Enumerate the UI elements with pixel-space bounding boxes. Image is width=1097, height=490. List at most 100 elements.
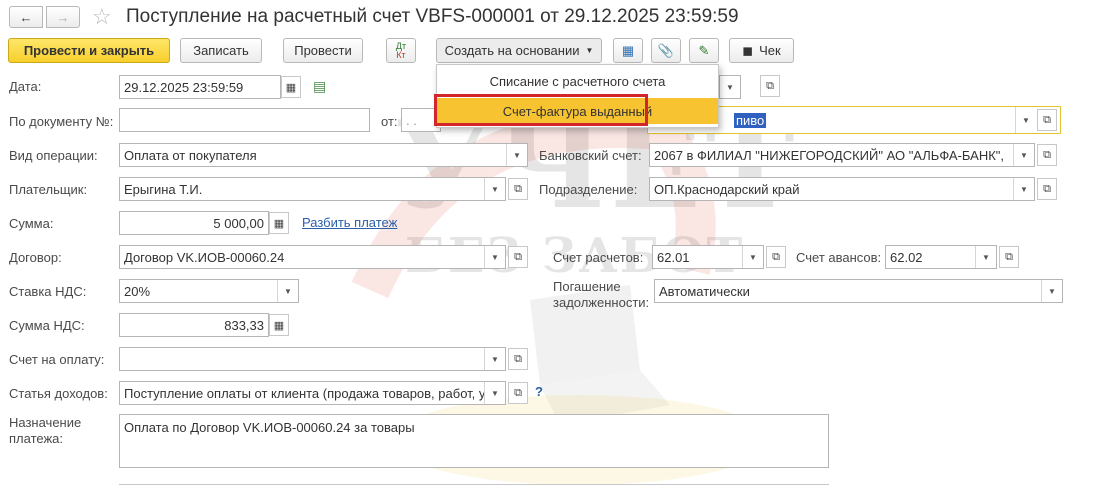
vat-sum-label: Сумма НДС: bbox=[9, 318, 85, 333]
page-title: Поступление на расчетный счет VBFS-00000… bbox=[126, 6, 739, 27]
forward-button[interactable]: → bbox=[46, 6, 80, 28]
highlight-outline bbox=[434, 94, 648, 126]
vat-sum-value: 833,33 bbox=[224, 317, 264, 333]
invoice-field[interactable]: ▼ bbox=[119, 347, 506, 371]
arrow-left-icon: ← bbox=[19, 9, 33, 25]
settlement-account-dropdown[interactable]: ▼ bbox=[742, 246, 763, 268]
payer-dropdown[interactable]: ▼ bbox=[484, 178, 505, 200]
help-icon[interactable]: ? bbox=[535, 384, 543, 399]
advance-account-label: Счет авансов: bbox=[796, 250, 882, 265]
division-value: ОП.Краснодарский край bbox=[654, 181, 800, 197]
contract-field[interactable]: Договор VK.ИОВ-00060.24 ▼ bbox=[119, 245, 506, 269]
payer-value: Ерыгина Т.И. bbox=[124, 181, 203, 197]
date-value: 29.12.2025 23:59:59 bbox=[124, 79, 244, 95]
income-item-value: Поступление оплаты от клиента (продажа т… bbox=[124, 385, 484, 401]
receipt-icon: ◼ bbox=[742, 42, 754, 58]
pen-icon: ✎ bbox=[698, 42, 710, 58]
vat-rate-field[interactable]: 20% ▼ bbox=[119, 279, 299, 303]
save-button[interactable]: Записать bbox=[180, 38, 262, 63]
paperclip-icon: 📎 bbox=[657, 42, 675, 58]
division-open-icon[interactable]: ⧉ bbox=[1037, 178, 1057, 200]
contract-dropdown[interactable]: ▼ bbox=[484, 246, 505, 268]
calendar-icon[interactable]: ▦ bbox=[281, 76, 301, 98]
back-button[interactable]: ← bbox=[9, 6, 43, 28]
org-open-icon[interactable]: ⧉ bbox=[760, 75, 780, 97]
settlement-account-value: 62.01 bbox=[657, 249, 690, 265]
op-type-dropdown[interactable]: ▼ bbox=[506, 144, 527, 166]
payer-label: Плательщик: bbox=[9, 182, 88, 197]
bottom-divider bbox=[119, 484, 829, 485]
dt-kt-button[interactable]: Дт Кт bbox=[386, 38, 416, 63]
advance-account-dropdown[interactable]: ▼ bbox=[975, 246, 996, 268]
from-date-value: . . bbox=[406, 112, 417, 128]
bank-account-field[interactable]: 2067 в ФИЛИАЛ "НИЖЕГОРОДСКИЙ" АО "АЛЬФА-… bbox=[649, 143, 1035, 167]
bank-account-label: Банковский счет: bbox=[539, 148, 642, 163]
hierarchy-icon: ▦ bbox=[621, 42, 635, 58]
attach-button[interactable]: 📎 bbox=[651, 38, 681, 63]
invoice-dropdown[interactable]: ▼ bbox=[484, 348, 505, 370]
check-button[interactable]: ◼ Чек bbox=[729, 38, 794, 63]
purpose-value: Оплата по Договор VK.ИОВ-00060.24 за тов… bbox=[124, 420, 415, 435]
contract-open-icon[interactable]: ⧉ bbox=[508, 246, 528, 268]
invoice-open-icon[interactable]: ⧉ bbox=[508, 348, 528, 370]
date-field[interactable]: 29.12.2025 23:59:59 bbox=[119, 75, 281, 99]
organization-open-icon[interactable]: ⧉ bbox=[1037, 109, 1057, 131]
vat-rate-value: 20% bbox=[124, 283, 151, 299]
bank-account-open-icon[interactable]: ⧉ bbox=[1037, 144, 1057, 166]
sum-label: Сумма: bbox=[9, 216, 54, 231]
purpose-textarea[interactable]: Оплата по Договор VK.ИОВ-00060.24 за тов… bbox=[119, 414, 829, 468]
organization-dropdown[interactable]: ▼ bbox=[1015, 107, 1036, 133]
arrow-right-icon: → bbox=[56, 9, 70, 25]
sum-field[interactable]: 5 000,00 bbox=[119, 211, 269, 235]
income-item-field[interactable]: Поступление оплаты от клиента (продажа т… bbox=[119, 381, 506, 405]
debt-repayment-label-line1: Погашение bbox=[553, 279, 621, 294]
favorite-star-icon[interactable]: ☆ bbox=[92, 4, 112, 30]
post-and-close-button[interactable]: Провести и закрыть bbox=[8, 38, 170, 63]
org-dropdown[interactable]: ▼ bbox=[719, 75, 741, 99]
contract-value: Договор VK.ИОВ-00060.24 bbox=[124, 249, 285, 265]
advance-account-value: 62.02 bbox=[890, 249, 923, 265]
debt-repayment-field[interactable]: Автоматически ▼ bbox=[654, 279, 1063, 303]
division-dropdown[interactable]: ▼ bbox=[1013, 178, 1034, 200]
debt-repayment-label: Погашение задолженности: bbox=[553, 279, 649, 311]
debt-repayment-label-line2: задолженности: bbox=[553, 295, 650, 310]
purpose-label: Назначение платежа: bbox=[9, 415, 81, 447]
doc-no-field[interactable] bbox=[119, 108, 370, 132]
advance-account-field[interactable]: 62.02 ▼ bbox=[885, 245, 997, 269]
settlement-account-field[interactable]: 62.01 ▼ bbox=[652, 245, 764, 269]
date-label: Дата: bbox=[9, 79, 42, 94]
settlement-account-open-icon[interactable]: ⧉ bbox=[766, 246, 786, 268]
edit-button[interactable]: ✎ bbox=[689, 38, 719, 63]
bank-account-dropdown[interactable]: ▼ bbox=[1013, 144, 1034, 166]
division-label: Подразделение: bbox=[539, 182, 638, 197]
check-label: Чек bbox=[759, 43, 781, 58]
history-icon[interactable]: ▤ bbox=[313, 78, 326, 95]
contract-label: Договор: bbox=[9, 250, 62, 265]
division-field[interactable]: ОП.Краснодарский край ▼ bbox=[649, 177, 1035, 201]
bank-account-value: 2067 в ФИЛИАЛ "НИЖЕГОРОДСКИЙ" АО "АЛЬФА-… bbox=[654, 147, 1005, 163]
vat-calculator-icon[interactable]: ▦ bbox=[269, 314, 289, 336]
kt-label: Кт bbox=[396, 49, 406, 60]
income-item-label: Статья доходов: bbox=[9, 386, 108, 401]
menu-item-bank-withdrawal[interactable]: Списание с расчетного счета bbox=[437, 68, 718, 94]
create-basis-button[interactable]: Создать на основании ▼ bbox=[436, 38, 602, 63]
op-type-label: Вид операции: bbox=[9, 148, 98, 163]
structure-button[interactable]: ▦ bbox=[613, 38, 643, 63]
payer-open-icon[interactable]: ⧉ bbox=[508, 178, 528, 200]
organization-value: пиво bbox=[734, 112, 767, 128]
income-item-dropdown[interactable]: ▼ bbox=[484, 382, 505, 404]
vat-sum-field[interactable]: 833,33 bbox=[119, 313, 269, 337]
debt-repayment-value: Автоматически bbox=[659, 283, 750, 299]
advance-account-open-icon[interactable]: ⧉ bbox=[999, 246, 1019, 268]
vat-rate-dropdown[interactable]: ▼ bbox=[277, 280, 298, 302]
settlement-account-label: Счет расчетов: bbox=[553, 250, 644, 265]
income-item-open-icon[interactable]: ⧉ bbox=[508, 382, 528, 404]
payer-field[interactable]: Ерыгина Т.И. ▼ bbox=[119, 177, 506, 201]
split-payment-link[interactable]: Разбить платеж bbox=[302, 215, 397, 230]
op-type-value: Оплата от покупателя bbox=[124, 147, 257, 163]
doc-no-label: По документу №: bbox=[9, 114, 114, 129]
op-type-field[interactable]: Оплата от покупателя ▼ bbox=[119, 143, 528, 167]
debt-repayment-dropdown[interactable]: ▼ bbox=[1041, 280, 1062, 302]
calculator-icon[interactable]: ▦ bbox=[269, 212, 289, 234]
post-button[interactable]: Провести bbox=[283, 38, 363, 63]
